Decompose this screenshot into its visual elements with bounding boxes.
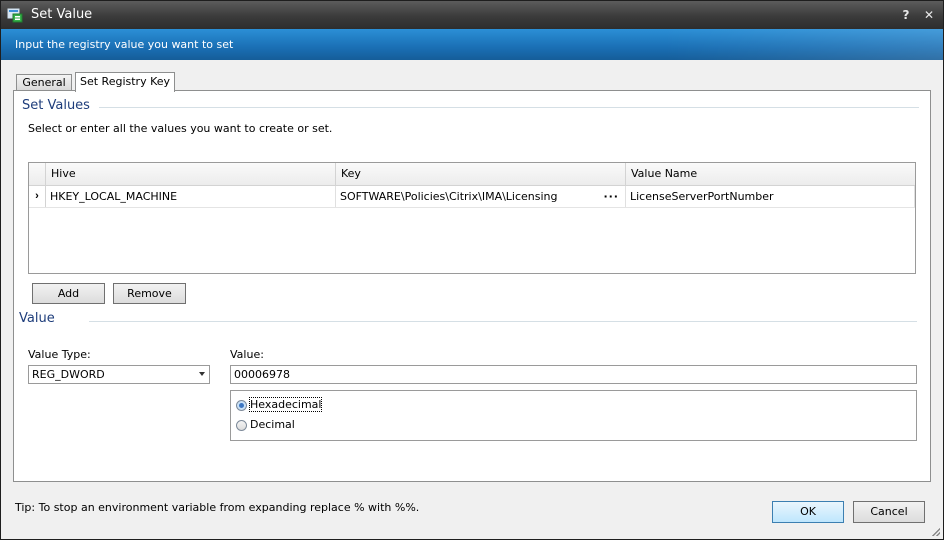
value-type-selected: REG_DWORD bbox=[32, 368, 105, 381]
registry-app-icon bbox=[7, 8, 23, 23]
hexadecimal-radio[interactable] bbox=[236, 400, 247, 411]
chevron-down-icon[interactable] bbox=[199, 372, 205, 376]
header-selector-cell bbox=[29, 163, 46, 185]
cell-value-name[interactable]: LicenseServerPortNumber bbox=[626, 186, 915, 207]
value-input-text: 00006978 bbox=[234, 368, 290, 381]
column-header-hive[interactable]: Hive bbox=[46, 163, 336, 185]
hexadecimal-radio-label[interactable]: Hexadecimal bbox=[248, 397, 323, 412]
column-header-key[interactable]: Key bbox=[336, 163, 626, 185]
set-values-divider bbox=[99, 107, 919, 108]
table-row[interactable]: › HKEY_LOCAL_MACHINE SOFTWARE\Policies\C… bbox=[29, 186, 915, 208]
ok-button[interactable]: OK bbox=[772, 501, 844, 523]
remove-button[interactable]: Remove bbox=[113, 283, 186, 304]
banner-text: Input the registry value you want to set bbox=[15, 38, 234, 51]
tip-text: Tip: To stop an environment variable fro… bbox=[15, 501, 420, 514]
column-header-value-name[interactable]: Value Name bbox=[626, 163, 915, 185]
window-title: Set Value bbox=[31, 7, 93, 22]
value-label: Value: bbox=[230, 348, 264, 361]
set-value-dialog: Set Value ? ✕ Input the registry value y… bbox=[0, 0, 944, 540]
decimal-radio-label[interactable]: Decimal bbox=[250, 418, 295, 431]
resize-grip-icon[interactable] bbox=[932, 528, 940, 536]
tab-set-registry-key[interactable]: Set Registry Key bbox=[75, 72, 175, 92]
title-bar[interactable]: Set Value ? ✕ bbox=[1, 1, 943, 29]
value-input[interactable]: 00006978 bbox=[230, 365, 917, 384]
set-values-instruction: Select or enter all the values you want … bbox=[28, 122, 333, 135]
banner-sheen bbox=[663, 29, 943, 60]
cell-key-text: SOFTWARE\Policies\Citrix\IMA\Licensing bbox=[340, 190, 558, 203]
instruction-banner: Input the registry value you want to set bbox=[1, 29, 943, 60]
close-icon[interactable]: ✕ bbox=[921, 7, 937, 23]
row-selector-icon: › bbox=[29, 186, 46, 207]
tab-general[interactable]: General bbox=[16, 74, 72, 91]
add-button[interactable]: Add bbox=[32, 283, 105, 304]
help-icon[interactable]: ? bbox=[898, 7, 914, 23]
cell-hive[interactable]: HKEY_LOCAL_MACHINE bbox=[46, 186, 336, 207]
cell-key[interactable]: SOFTWARE\Policies\Citrix\IMA\Licensing ·… bbox=[336, 186, 626, 207]
cancel-button[interactable]: Cancel bbox=[853, 501, 925, 523]
value-heading: Value bbox=[19, 311, 55, 326]
value-type-label: Value Type: bbox=[28, 348, 91, 361]
registry-values-grid[interactable]: Hive Key Value Name › HKEY_LOCAL_MACHINE… bbox=[28, 162, 916, 274]
value-type-dropdown[interactable]: REG_DWORD bbox=[28, 365, 210, 384]
browse-ellipsis-button[interactable]: ··· bbox=[603, 186, 619, 207]
set-values-heading: Set Values bbox=[22, 98, 90, 113]
number-format-group: Hexadecimal Decimal bbox=[230, 390, 917, 441]
value-divider bbox=[89, 321, 917, 322]
grid-header: Hive Key Value Name bbox=[29, 163, 915, 186]
decimal-radio[interactable] bbox=[236, 420, 247, 431]
